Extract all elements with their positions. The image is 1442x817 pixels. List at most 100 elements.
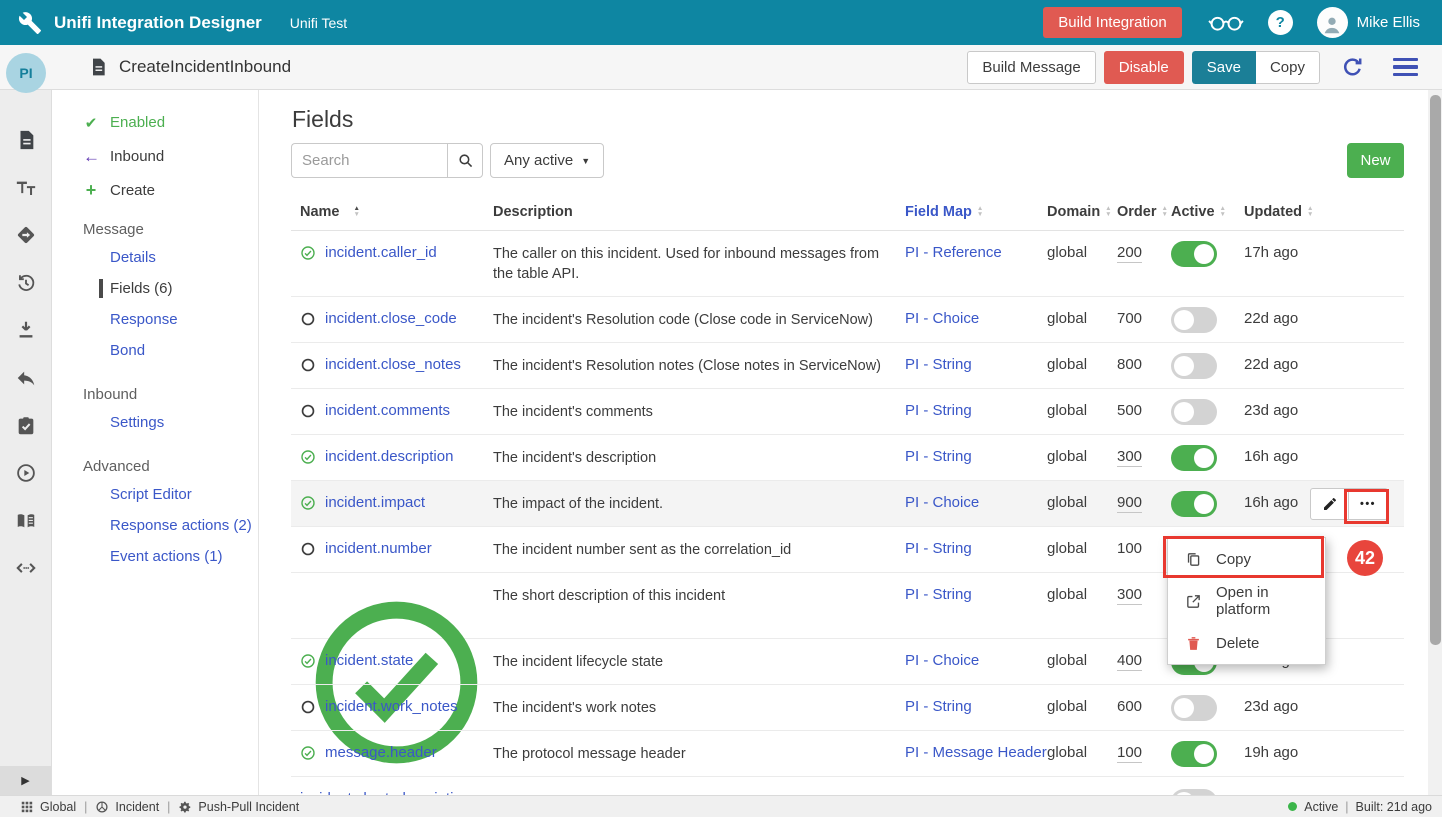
- field-order[interactable]: 400: [1117, 652, 1142, 671]
- column-header-domain[interactable]: Domain▲▼: [1047, 204, 1117, 220]
- field-name-link[interactable]: incident.number: [325, 540, 432, 572]
- refresh-icon[interactable]: [1340, 55, 1365, 80]
- field-order[interactable]: 100: [1117, 744, 1142, 763]
- play-circle-icon[interactable]: [15, 462, 37, 484]
- field-map-link[interactable]: PI - String: [905, 435, 1047, 480]
- directions-icon[interactable]: [15, 224, 37, 246]
- field-name-link[interactable]: incident.close_code: [325, 310, 457, 342]
- reply-icon[interactable]: [15, 367, 37, 389]
- column-header-active[interactable]: Active▲▼: [1171, 204, 1244, 220]
- field-order[interactable]: 200: [1117, 244, 1142, 263]
- field-map-link[interactable]: PI - Choice: [905, 297, 1047, 342]
- statusbar-push-pull-incident[interactable]: Push-Pull Incident: [178, 800, 299, 814]
- document-icon[interactable]: [15, 129, 37, 151]
- field-domain: global: [1047, 435, 1117, 480]
- column-header-order[interactable]: Order▲▼: [1117, 204, 1171, 220]
- help-icon[interactable]: ?: [1268, 10, 1293, 35]
- active-toggle[interactable]: [1171, 445, 1217, 471]
- context-menu-item-delete[interactable]: Delete: [1168, 622, 1325, 664]
- nav-item-inbound[interactable]: ←Inbound: [83, 146, 258, 167]
- edit-row-button[interactable]: [1310, 488, 1349, 520]
- field-name-link[interactable]: message.header: [325, 744, 437, 776]
- nav-item-label: Enabled: [110, 114, 165, 131]
- field-map-link[interactable]: PI - String: [905, 573, 1047, 638]
- task-check-icon[interactable]: [15, 415, 37, 437]
- nav-link-bond[interactable]: Bond: [83, 335, 258, 366]
- statusbar-incident[interactable]: Incident: [95, 800, 159, 814]
- search-input[interactable]: [291, 143, 447, 178]
- field-name-link[interactable]: incident.caller_id: [325, 244, 437, 296]
- nav-link-response[interactable]: Response: [83, 304, 258, 335]
- menu-hamburger-icon[interactable]: [1393, 58, 1418, 76]
- scrollbar-thumb[interactable]: [1430, 95, 1441, 645]
- active-toggle[interactable]: [1171, 399, 1217, 425]
- field-order[interactable]: 900: [1117, 494, 1142, 513]
- field-map-link[interactable]: PI - String: [905, 343, 1047, 388]
- field-name-link[interactable]: incident.impact: [325, 494, 425, 526]
- download-icon[interactable]: [15, 319, 37, 341]
- field-map-link[interactable]: PI - String: [905, 389, 1047, 434]
- field-name-link[interactable]: incident.work_notes: [325, 698, 458, 730]
- more-actions-button[interactable]: •••: [1349, 488, 1388, 520]
- app-title: Unifi Integration Designer: [54, 13, 262, 33]
- field-name-link[interactable]: incident.comments: [325, 402, 450, 434]
- field-domain: global: [1047, 481, 1117, 526]
- field-map-link[interactable]: PI - Message Header: [905, 731, 1047, 776]
- column-header-name[interactable]: Name▲▼: [291, 204, 493, 220]
- user-avatar[interactable]: [1317, 7, 1348, 38]
- nav-link-response-actions-2-[interactable]: Response actions (2): [83, 510, 258, 541]
- build-integration-button[interactable]: Build Integration: [1043, 7, 1181, 38]
- disable-button[interactable]: Disable: [1104, 51, 1184, 84]
- save-button[interactable]: Save: [1192, 51, 1256, 84]
- unifi-integration-designer-window: Unifi Integration Designer Unifi Test Bu…: [0, 0, 1442, 817]
- rail-expand-button[interactable]: ▶: [0, 766, 51, 795]
- statusbar-global[interactable]: Global: [20, 800, 76, 814]
- table-row-incident.caller_id: incident.caller_id The caller on this inc…: [291, 231, 1404, 297]
- nav-item-create[interactable]: +Create: [83, 180, 258, 201]
- field-order[interactable]: 300: [1117, 448, 1142, 467]
- nav-link-settings[interactable]: Settings: [83, 407, 258, 438]
- search-button[interactable]: [447, 143, 483, 178]
- active-filter-dropdown[interactable]: Any active ▼: [490, 143, 604, 178]
- history-icon[interactable]: [15, 272, 37, 294]
- field-name-link[interactable]: incident.description: [325, 448, 453, 480]
- book-icon[interactable]: [15, 510, 37, 532]
- nav-link-details[interactable]: Details: [83, 242, 258, 273]
- icon-rail: ▶: [0, 90, 52, 795]
- field-description: The protocol message header: [493, 731, 905, 776]
- column-header-updated[interactable]: Updated▲▼: [1244, 204, 1332, 220]
- nav-item-enabled[interactable]: ✔Enabled: [83, 112, 258, 133]
- column-label: Name: [300, 204, 340, 220]
- user-name[interactable]: Mike Ellis: [1357, 14, 1420, 31]
- nav-link-script-editor[interactable]: Script Editor: [83, 479, 258, 510]
- field-map-link[interactable]: PI - Choice: [905, 639, 1047, 684]
- field-map-link[interactable]: PI - String: [905, 527, 1047, 572]
- active-toggle[interactable]: [1171, 241, 1217, 267]
- copy-button[interactable]: Copy: [1256, 51, 1320, 84]
- active-toggle[interactable]: [1171, 695, 1217, 721]
- column-header-field-map[interactable]: Field Map▲▼: [905, 204, 1047, 220]
- context-menu-item-copy[interactable]: Copy: [1168, 538, 1325, 580]
- text-format-icon[interactable]: [15, 177, 37, 199]
- context-menu-item-open-in-platform[interactable]: Open in platform: [1168, 580, 1325, 622]
- new-button[interactable]: New: [1347, 143, 1404, 178]
- active-toggle[interactable]: [1171, 307, 1217, 333]
- field-name-link[interactable]: incident.close_notes: [325, 356, 461, 388]
- field-description: The incident's description: [493, 435, 905, 480]
- field-description: The caller on this incident. Used for in…: [493, 231, 905, 296]
- table-row-incident.comments: incident.commentsThe incident's comments…: [291, 389, 1404, 435]
- nav-link-event-actions-1-[interactable]: Event actions (1): [83, 541, 258, 572]
- active-toggle[interactable]: [1171, 353, 1217, 379]
- preview-glasses-icon[interactable]: [1208, 11, 1244, 35]
- active-toggle[interactable]: [1171, 491, 1217, 517]
- integration-avatar: PI: [6, 53, 46, 93]
- field-map-link[interactable]: PI - Reference: [905, 231, 1047, 296]
- active-toggle[interactable]: [1171, 741, 1217, 767]
- code-icon[interactable]: [15, 557, 37, 579]
- field-map-link[interactable]: PI - String: [905, 685, 1047, 730]
- field-order[interactable]: 300: [1117, 586, 1142, 605]
- field-name-link[interactable]: incident.state: [325, 652, 413, 684]
- nav-link-fields-6-[interactable]: Fields (6): [83, 273, 258, 304]
- field-map-link[interactable]: PI - Choice: [905, 481, 1047, 526]
- build-message-button[interactable]: Build Message: [967, 51, 1095, 84]
